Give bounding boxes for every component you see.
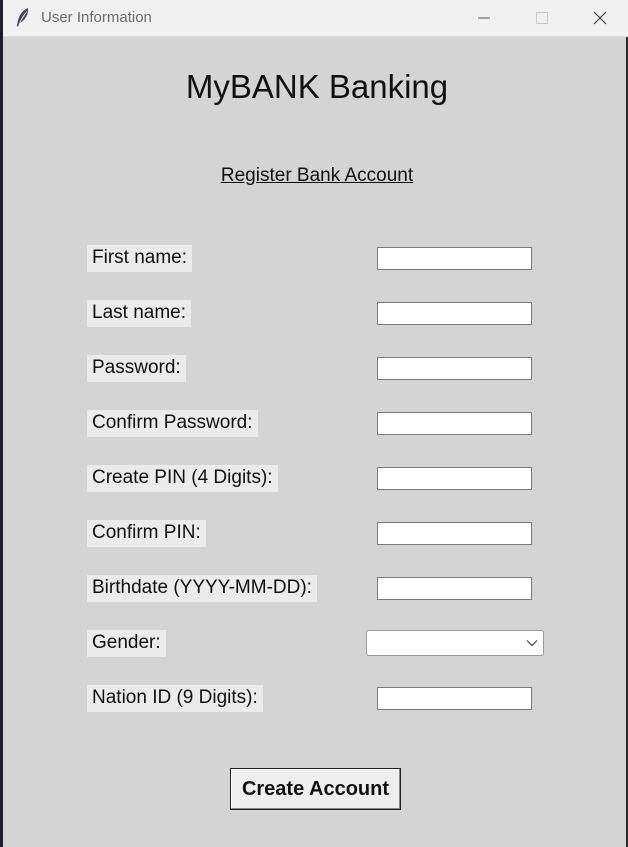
- minimize-icon: [478, 17, 490, 19]
- title-bar[interactable]: User Information: [3, 0, 628, 37]
- gender-select[interactable]: [366, 630, 544, 656]
- first-name-input[interactable]: [377, 247, 532, 270]
- close-icon: [593, 11, 607, 25]
- maximize-icon: [536, 12, 548, 24]
- birthdate-label: Birthdate (YYYY-MM-DD):: [87, 575, 317, 602]
- confirm-password-row: Confirm Password:: [3, 405, 626, 445]
- app-window: User Information MyBANK Banking Register…: [0, 0, 628, 847]
- nation-id-row: Nation ID (9 Digits):: [3, 680, 626, 720]
- birthdate-input[interactable]: [377, 577, 532, 600]
- last-name-label: Last name:: [87, 300, 191, 327]
- form-area: MyBANK Banking Register Bank Account Fir…: [3, 37, 626, 847]
- chevron-down-icon: [526, 640, 538, 647]
- create-pin-label: Create PIN (4 Digits):: [87, 465, 278, 492]
- first-name-label: First name:: [87, 245, 193, 272]
- confirm-pin-input[interactable]: [377, 522, 532, 545]
- create-pin-row: Create PIN (4 Digits):: [3, 460, 626, 500]
- nation-id-input[interactable]: [377, 687, 532, 710]
- confirm-pin-label: Confirm PIN:: [87, 520, 206, 547]
- gender-label: Gender:: [87, 630, 166, 657]
- confirm-pin-row: Confirm PIN:: [3, 515, 626, 555]
- nation-id-label: Nation ID (9 Digits):: [87, 685, 263, 712]
- confirm-password-input[interactable]: [377, 412, 532, 435]
- register-subheading: Register Bank Account: [220, 165, 414, 186]
- create-pin-input[interactable]: [377, 467, 532, 490]
- minimize-button[interactable]: [456, 0, 512, 36]
- create-account-button[interactable]: Create Account: [230, 768, 401, 810]
- maximize-button[interactable]: [514, 0, 570, 36]
- password-label: Password:: [87, 355, 186, 382]
- birthdate-row: Birthdate (YYYY-MM-DD):: [3, 570, 626, 610]
- password-input[interactable]: [377, 357, 532, 380]
- confirm-password-label: Confirm Password:: [87, 410, 258, 437]
- last-name-input[interactable]: [377, 302, 532, 325]
- window-title: User Information: [41, 9, 152, 26]
- gender-row: Gender:: [3, 625, 626, 665]
- app-heading: MyBANK Banking: [185, 68, 449, 105]
- password-row: Password:: [3, 350, 626, 390]
- close-button[interactable]: [572, 0, 628, 36]
- last-name-row: Last name:: [3, 295, 626, 335]
- first-name-row: First name:: [3, 240, 626, 280]
- feather-icon: [15, 7, 31, 29]
